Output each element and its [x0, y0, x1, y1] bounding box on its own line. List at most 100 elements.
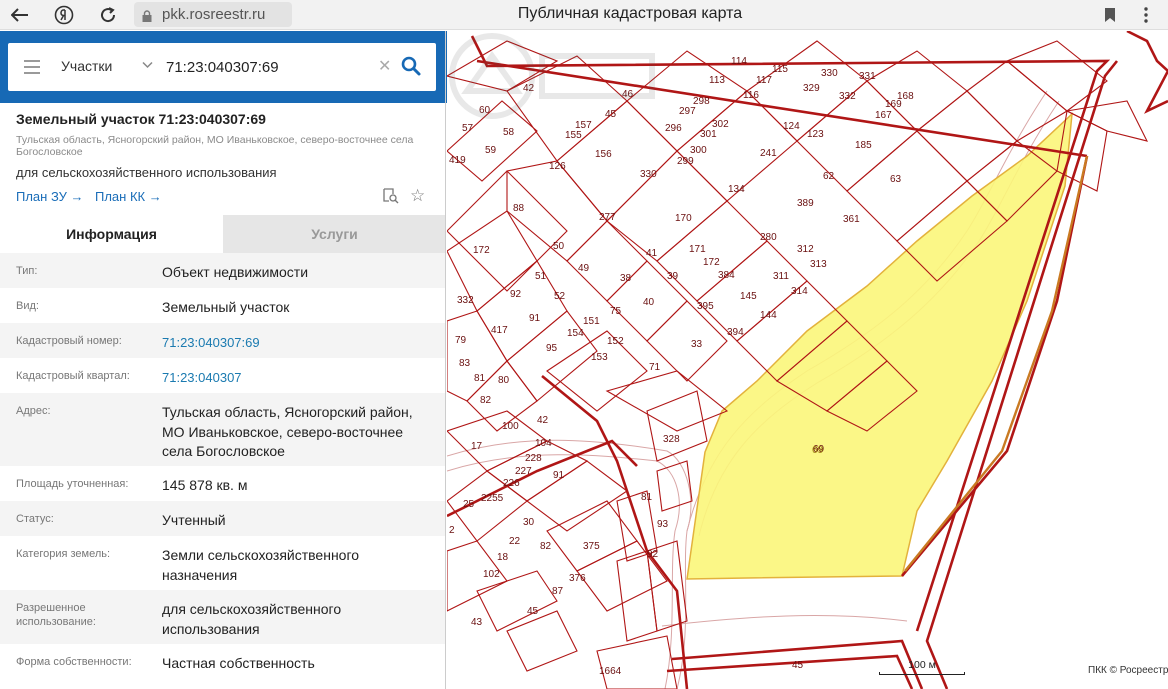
- row-value: 145 878 кв. м: [162, 477, 248, 493]
- parcel-label: 39: [667, 271, 679, 282]
- scale-label: 100 м: [908, 659, 936, 671]
- object-title: Земельный участок 71:23:040307:69: [16, 111, 266, 127]
- parcel-label: 297: [679, 106, 696, 117]
- row-label: Вид:: [16, 300, 39, 312]
- parcel-label: 312: [797, 244, 814, 255]
- table-row: Вид: Земельный участок: [0, 288, 445, 323]
- parcel-label: 92: [510, 289, 522, 300]
- menu-icon[interactable]: [1132, 1, 1160, 29]
- parcel-label: 332: [839, 91, 856, 102]
- parcel-label: 361: [843, 214, 860, 225]
- parcel-label: 241: [760, 148, 777, 159]
- row-label: Площадь уточненная:: [16, 478, 129, 490]
- hamburger-icon[interactable]: [24, 60, 40, 74]
- parcel-label: 41: [646, 248, 658, 259]
- bookmark-icon[interactable]: [1096, 1, 1124, 29]
- parcel-label: 395: [697, 301, 714, 312]
- url-text[interactable]: pkk.rosreestr.ru: [162, 6, 265, 23]
- address-bar[interactable]: pkk.rosreestr.ru: [134, 2, 292, 27]
- parcel-label: 62: [823, 171, 835, 182]
- parcel-label: 63: [890, 174, 902, 185]
- parcel-label: 114: [731, 56, 747, 67]
- parcel-label: 93: [657, 519, 669, 530]
- row-label: Форма собственности:: [16, 656, 132, 668]
- parcel-label: 82: [480, 395, 492, 406]
- search-input[interactable]: [166, 55, 366, 79]
- lock-icon: [142, 9, 152, 22]
- table-row: Форма собственности: Частная собственнос…: [0, 644, 445, 679]
- map-canvas[interactable]: 42 45 46 60 57 58 59 419 126 155 157 156…: [447, 31, 1168, 689]
- parcel-label: 2255: [481, 493, 504, 504]
- browser-toolbar: pkk.rosreestr.ru Публичная кадастровая к…: [0, 0, 1168, 30]
- parcel-label: 124: [783, 121, 800, 132]
- row-label: Адрес:: [16, 405, 51, 417]
- search-icon[interactable]: [400, 55, 422, 77]
- parcel-label: 134: [728, 184, 745, 195]
- close-icon[interactable]: ✕: [378, 56, 391, 76]
- table-row: Категория земель: Земли сельскохозяйстве…: [0, 536, 445, 590]
- parcel-label: 91: [529, 313, 541, 324]
- yandex-icon[interactable]: [50, 1, 78, 29]
- row-value: Земельный участок: [162, 299, 290, 315]
- parcel-label: 328: [663, 434, 680, 445]
- parcel-label: 59: [485, 145, 497, 156]
- selected-parcel-69[interactable]: [686, 112, 1073, 580]
- parcel-label: 330: [640, 169, 657, 180]
- row-value: Объект недвижимости: [162, 264, 309, 280]
- parcel-label: 298: [693, 96, 710, 107]
- cadastral-quarter-link[interactable]: 71:23:040307: [162, 358, 432, 393]
- parcel-label: 126: [549, 161, 566, 172]
- row-value: для сельскохозяйственного использования: [162, 601, 342, 637]
- search-band: Участки ✕: [0, 31, 445, 103]
- back-arrow-icon[interactable]: [6, 1, 34, 29]
- parcel-label: 419: [449, 155, 466, 166]
- parcel-label: 280: [760, 232, 777, 243]
- parcel-label: 153: [591, 352, 608, 363]
- cadastral-number-link[interactable]: 71:23:040307:69: [162, 323, 432, 358]
- selected-parcel-label: 69: [812, 445, 824, 456]
- parcel-label: 91: [553, 470, 565, 481]
- row-label: Разрешенное использование:: [16, 602, 96, 628]
- table-row: Статус: Учтенный: [0, 501, 445, 536]
- parcel-label: 144: [760, 310, 777, 321]
- parcel-label: 156: [595, 149, 612, 160]
- tab-information[interactable]: Информация: [0, 215, 223, 253]
- parcel-label: 104: [535, 438, 552, 449]
- parcel-label: 157: [575, 120, 592, 131]
- parcel-label: 226: [503, 478, 520, 489]
- parcel-label: 18: [497, 552, 509, 563]
- info-panel: Участки ✕ Земельный участок 71:23:040307…: [0, 31, 446, 689]
- parcel-label: 330: [821, 68, 838, 79]
- row-value: Тульская область, Ясногорский район, МО …: [162, 404, 413, 459]
- star-icon[interactable]: ☆: [410, 186, 425, 206]
- tabs: Информация Услуги: [0, 215, 445, 253]
- plan-kk-link[interactable]: План КК →: [95, 189, 162, 204]
- parcel-label: 394: [727, 327, 744, 338]
- parcel-label: 58: [503, 127, 515, 138]
- parcel-label: 40: [643, 297, 655, 308]
- parcel-label: 82: [540, 541, 552, 552]
- reload-icon[interactable]: [94, 1, 122, 29]
- parcel-label: 22: [509, 536, 521, 547]
- parcel-label: 167: [875, 110, 892, 121]
- chevron-down-icon[interactable]: [142, 57, 153, 72]
- parcel-label: 155: [565, 130, 582, 141]
- parcel-label: 296: [665, 123, 682, 134]
- parcel-label: 2: [449, 525, 455, 536]
- cadastral-map[interactable]: 42 45 46 60 57 58 59 419 126 155 157 156…: [447, 31, 1168, 689]
- page-title: Публичная кадастровая карта: [517, 5, 743, 22]
- object-address: Тульская область, Ясногорский район, МО …: [16, 134, 414, 158]
- parcel-label: 313: [810, 259, 827, 270]
- plan-zu-link[interactable]: План ЗУ →: [16, 189, 84, 204]
- parcel-label: 172: [473, 245, 490, 256]
- tab-services[interactable]: Услуги: [223, 215, 445, 253]
- parcel-label: 384: [718, 270, 735, 281]
- parcel-label: 168: [897, 91, 914, 102]
- search-type-select[interactable]: Участки: [61, 58, 112, 74]
- parcel-label: 301: [700, 129, 717, 140]
- document-search-icon[interactable]: [383, 188, 399, 204]
- parcel-label: 331: [859, 71, 876, 82]
- parcel-label: 95: [546, 343, 558, 354]
- parcel-label: 57: [462, 123, 474, 134]
- parcel-label: 311: [773, 271, 789, 282]
